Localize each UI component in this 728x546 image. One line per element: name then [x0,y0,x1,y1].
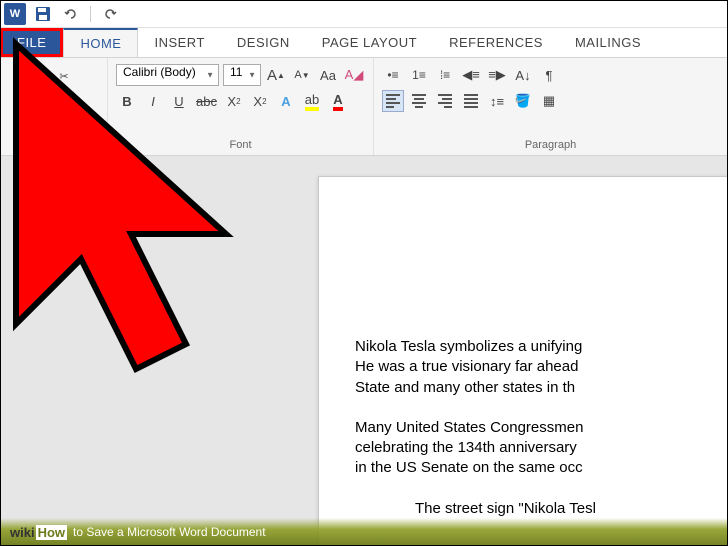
underline-icon[interactable]: U [168,90,190,112]
document-area: Nikola Tesla symbolizes a unifying He wa… [0,156,728,546]
group-label-paragraph: Paragraph [382,137,719,153]
paragraph-1: Nikola Tesla symbolizes a unifying He wa… [355,337,727,398]
undo-icon[interactable] [60,3,82,25]
shrink-font-icon[interactable]: A▼ [291,64,313,86]
separator [90,6,91,22]
group-clipboard: Paste ▼ ✂ ⎘ Fo Clipboard [0,58,108,155]
superscript-icon[interactable]: X2 [249,90,271,112]
grow-font-icon[interactable]: A▲ [265,64,287,86]
tab-page-layout[interactable]: PAGE LAYOUT [306,28,433,57]
font-size-value: 11 [230,65,242,79]
clear-formatting-icon[interactable]: A◢ [343,64,365,86]
group-label-font: Font [116,137,365,153]
bold-icon[interactable]: B [116,90,138,112]
justify-icon[interactable] [460,90,482,112]
paragraph-2: Many United States Congressmen celebrati… [355,418,727,479]
highlight-icon[interactable]: ab [301,90,323,112]
decrease-indent-icon[interactable]: ◀≡ [460,64,482,86]
bullets-icon[interactable]: •≡ [382,64,404,86]
tab-design[interactable]: DESIGN [221,28,306,57]
multilevel-list-icon[interactable]: ⁞≡ [434,64,456,86]
align-left-icon[interactable] [382,90,404,112]
format-painter-label: Fo [80,110,93,130]
change-case-icon[interactable]: Aa [317,64,339,86]
font-name-value: Calibri (Body) [123,65,196,79]
group-label-clipboard: Clipboard [8,137,99,153]
save-icon[interactable] [32,3,54,25]
word-app-icon: W [4,3,26,25]
chevron-down-icon: ▼ [248,71,256,80]
article-title: to Save a Microsoft Word Document [73,525,266,539]
borders-icon[interactable]: ▦ [538,90,560,112]
font-color-icon[interactable]: A [327,90,349,112]
strikethrough-icon[interactable]: abc [194,90,219,112]
line-spacing-icon[interactable]: ↕≡ [486,90,508,112]
cut-icon[interactable]: ✂ [54,66,74,86]
font-size-select[interactable]: 11 ▼ [223,64,261,86]
group-font: Calibri (Body) ▼ 11 ▼ A▲ A▼ Aa A◢ B I U … [108,58,374,155]
paste-label: Paste [15,102,43,114]
tab-mailings[interactable]: MAILINGS [559,28,657,57]
increase-indent-icon[interactable]: ≡▶ [486,64,508,86]
align-center-icon[interactable] [408,90,430,112]
copy-icon[interactable]: ⎘ [54,88,74,108]
paste-button[interactable]: Paste ▼ [8,62,50,137]
font-name-select[interactable]: Calibri (Body) ▼ [116,64,219,86]
ribbon-tabs: FILE HOME INSERT DESIGN PAGE LAYOUT REFE… [0,28,728,58]
sort-icon[interactable]: A↓ [512,64,534,86]
paste-icon [15,66,43,100]
tab-home[interactable]: HOME [63,28,138,57]
tab-references[interactable]: REFERENCES [433,28,559,57]
chevron-down-icon: ▼ [25,116,33,125]
show-marks-icon[interactable]: ¶ [538,64,560,86]
align-right-icon[interactable] [434,90,456,112]
tab-insert[interactable]: INSERT [138,28,220,57]
paragraph-3: The street sign "Nikola Tesl [355,499,727,519]
group-paragraph: •≡ 1≡ ⁞≡ ◀≡ ≡▶ A↓ ¶ [374,58,728,155]
wikihow-watermark: wikiHow to Save a Microsoft Word Documen… [0,518,728,546]
italic-icon[interactable]: I [142,90,164,112]
quick-access-toolbar: W [0,0,728,28]
subscript-icon[interactable]: X2 [223,90,245,112]
chevron-down-icon: ▼ [206,71,214,80]
wikihow-logo: wikiHow [10,525,67,540]
redo-icon[interactable] [99,3,121,25]
shading-icon[interactable]: 🪣 [512,90,534,112]
text-effects-icon[interactable]: A [275,90,297,112]
tab-file[interactable]: FILE [0,28,63,57]
ribbon: Paste ▼ ✂ ⎘ Fo Clipboard Calibri (Bo [0,58,728,156]
document-page[interactable]: Nikola Tesla symbolizes a unifying He wa… [318,176,728,546]
format-painter-icon[interactable] [54,110,74,130]
numbering-icon[interactable]: 1≡ [408,64,430,86]
